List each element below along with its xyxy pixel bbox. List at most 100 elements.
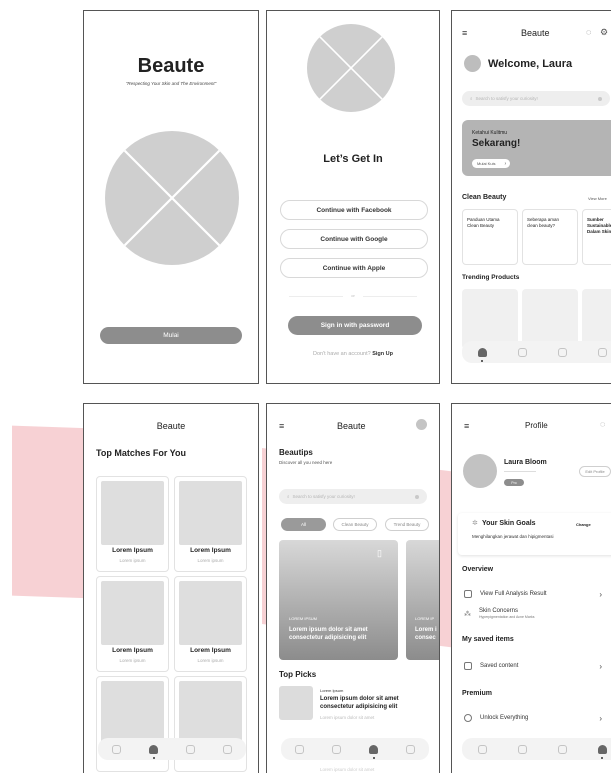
hamburger-icon[interactable]: ≡ [462, 28, 467, 38]
home-screen: ≡ Beaute ◌ ⚙ Welcome, Laura ⌕ Search to s… [451, 10, 611, 384]
start-button[interactable]: Mulai [100, 327, 242, 344]
nav-tips-icon[interactable] [557, 347, 567, 357]
nav-scan-icon[interactable] [517, 744, 527, 754]
skin-goals-card: ✲ Your Skin Goals Change Menghilangkan j… [458, 513, 611, 555]
chip-trend-beauty[interactable]: Trend Beauty [385, 518, 429, 531]
bottom-nav [98, 738, 246, 760]
nav-profile-icon[interactable] [597, 744, 607, 759]
product-card[interactable]: Lorem Ipsum Lorem ipsum [174, 476, 247, 572]
home-search-input[interactable]: ⌕ Search to satisfy your curiosity! [462, 91, 610, 106]
chevron-right-icon: › [599, 589, 602, 599]
filter-icon[interactable] [415, 494, 419, 499]
article-card[interactable]: ▯ LOREM IPSUM Lorem ipsum dolor sit amet… [279, 540, 398, 660]
article-title: Lorem ipsum dolor sit amet consectetur a… [289, 627, 368, 641]
bookmark-icon[interactable]: ▯ [377, 548, 382, 559]
avatar[interactable] [416, 419, 427, 430]
saved-content-item[interactable]: Saved content › [464, 658, 611, 674]
pick-kicker: Lorem Ipsum [320, 688, 344, 693]
profile-avatar[interactable] [463, 454, 497, 488]
edit-profile-button[interactable]: Edit Profile [579, 466, 611, 477]
analysis-item[interactable]: View Full Analysis Result › [464, 586, 611, 602]
trending-product-card[interactable] [462, 289, 518, 349]
unlock-item[interactable]: Unlock Everything › [464, 710, 611, 726]
view-more-link[interactable]: View More [588, 196, 607, 201]
trending-product-card[interactable] [522, 289, 578, 349]
pick-title[interactable]: Lorem ipsum dolor sit amet consectetur a… [320, 695, 430, 711]
filter-icon[interactable] [598, 96, 602, 101]
hamburger-icon[interactable]: ≡ [279, 421, 284, 431]
clean-card-label: Panduan Utama Clean Beauty [467, 217, 500, 228]
nav-home-icon[interactable] [477, 347, 487, 362]
continue-apple-button[interactable]: Continue with Apple [280, 258, 428, 278]
search-placeholder: Search to satisfy your curiosity! [292, 494, 355, 499]
clean-card-label: Sumber Sustainable Dalam Skin [587, 217, 611, 234]
bell-icon[interactable]: ◌ [586, 27, 591, 37]
continue-google-button[interactable]: Continue with Google [280, 229, 428, 249]
sign-up-link[interactable]: Sign Up [372, 351, 393, 357]
product-card[interactable]: Lorem Ipsum Lorem ipsum [96, 576, 169, 672]
sign-in-password-button[interactable]: Sign in with password [288, 316, 422, 335]
welcome-text: Welcome, Laura [488, 58, 573, 70]
nav-home-icon[interactable] [295, 744, 304, 754]
chip-clean-beauty[interactable]: Clean Beauty [333, 518, 377, 531]
name-underline [504, 471, 536, 472]
change-link[interactable]: Change [576, 522, 591, 527]
product-name: Lorem Ipsum [112, 647, 153, 654]
nav-home-icon[interactable] [112, 744, 121, 754]
login-screen: Let’s Get In Continue with Facebook Cont… [266, 10, 440, 384]
bottom-nav [462, 738, 611, 760]
chevron-right-icon: › [599, 713, 602, 723]
nav-tips-icon[interactable] [369, 744, 378, 759]
bottom-nav [281, 738, 429, 760]
product-subtitle: Lorem ipsum [119, 558, 146, 563]
nav-scan-icon[interactable] [149, 744, 158, 759]
quiz-start-button[interactable]: Mulai Kuis › [472, 159, 510, 168]
sparkle-icon: ✲ [472, 520, 478, 527]
concerns-subtitle: Hyperpigmentation and Acne Marks [479, 615, 535, 619]
product-image [101, 581, 164, 645]
premium-title: Premium [462, 690, 492, 697]
splash-screen: Beaute "Respecting Your Skin and The Env… [83, 10, 259, 384]
clean-beauty-card[interactable]: Panduan Utama Clean Beauty [462, 209, 518, 265]
beautips-subheading: Discover all you need here [279, 460, 333, 465]
product-image [179, 581, 242, 645]
product-card[interactable]: Lorem Ipsum Lorem ipsum [96, 476, 169, 572]
nav-tips-icon[interactable] [557, 744, 567, 754]
splash-image-placeholder [105, 131, 239, 265]
clean-beauty-card[interactable]: Sumber Sustainable Dalam Skin [582, 209, 611, 265]
chevron-right-icon: › [504, 160, 507, 167]
splash-title: Beaute [137, 55, 205, 77]
profile-name: Laura Bloom [504, 459, 547, 466]
nav-home-icon[interactable] [477, 744, 487, 754]
product-card[interactable]: Lorem Ipsum Lorem ipsum [174, 576, 247, 672]
nav-scan-icon[interactable] [517, 347, 527, 357]
avatar[interactable] [464, 55, 481, 72]
pick-thumbnail [279, 686, 313, 720]
settings-icon[interactable]: ⚙ [600, 27, 608, 38]
chip-all[interactable]: All [281, 518, 326, 531]
continue-facebook-button[interactable]: Continue with Facebook [280, 200, 428, 220]
trending-product-card[interactable] [582, 289, 611, 349]
skin-concerns-item[interactable]: ⁂ Skin Concerns Hyperpigmentation and Acne… [464, 608, 611, 630]
article-card[interactable]: LOREM IP Lorem i consec [406, 540, 439, 660]
settings-icon[interactable]: ◌ [600, 419, 605, 429]
hamburger-icon[interactable]: ≡ [464, 421, 469, 431]
nav-chat-icon[interactable] [223, 744, 232, 754]
nav-chat-icon[interactable] [406, 744, 415, 754]
unlock-label: Unlock Everything [480, 715, 529, 721]
nav-tips-icon[interactable] [186, 744, 195, 754]
splash-tagline: "Respecting Your Skin and The Environmen… [125, 81, 217, 86]
clean-beauty-title: Clean Beauty [462, 194, 507, 201]
product-subtitle: Lorem ipsum [197, 558, 224, 563]
nav-chat-icon[interactable] [597, 347, 607, 357]
nav-scan-icon[interactable] [332, 744, 341, 754]
bottom-nav [462, 341, 611, 363]
banner-small-text: Ketahui Kulitmu [472, 130, 508, 136]
beautips-search-input[interactable]: ⌕ Search to satisfy your curiosity! [279, 489, 427, 504]
beautips-heading: Beautips [279, 448, 313, 457]
divider-right [363, 296, 417, 297]
article-kicker: LOREM IPSUM [289, 616, 318, 621]
beautips-screen: ≡ Beaute Beautips Discover all you need … [266, 403, 440, 773]
clean-beauty-card[interactable]: Seberapa aman clean beauty? [522, 209, 578, 265]
product-subtitle: Lorem ipsum [119, 658, 146, 663]
